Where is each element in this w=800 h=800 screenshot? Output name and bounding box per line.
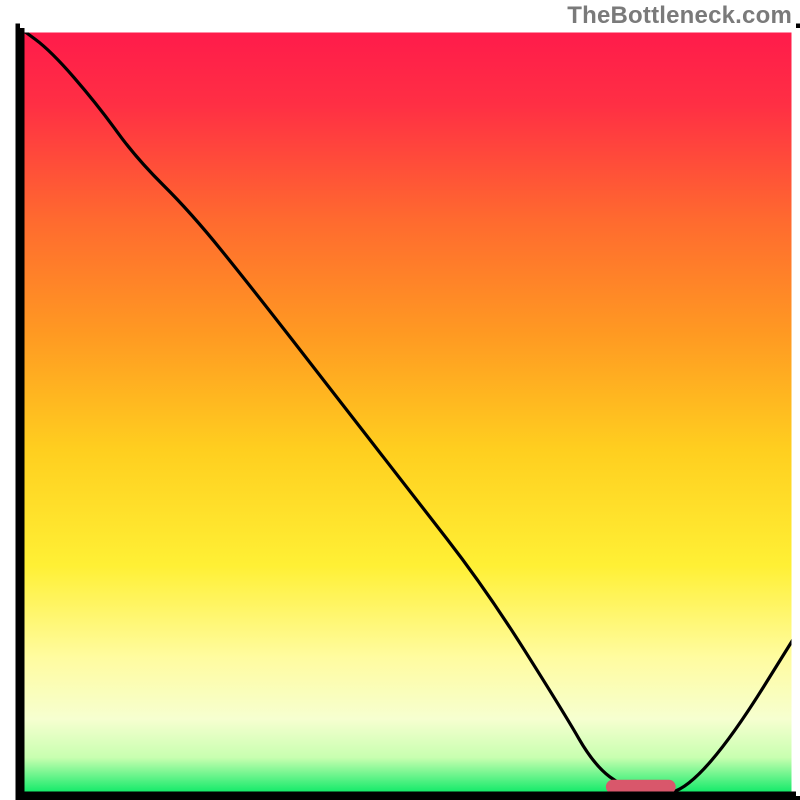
chart-container: TheBottleneck.com — [0, 0, 800, 800]
watermark-text: TheBottleneck.com — [567, 2, 792, 30]
gradient-background — [20, 28, 796, 796]
bottleneck-chart — [0, 0, 800, 800]
plot-area — [20, 28, 796, 796]
